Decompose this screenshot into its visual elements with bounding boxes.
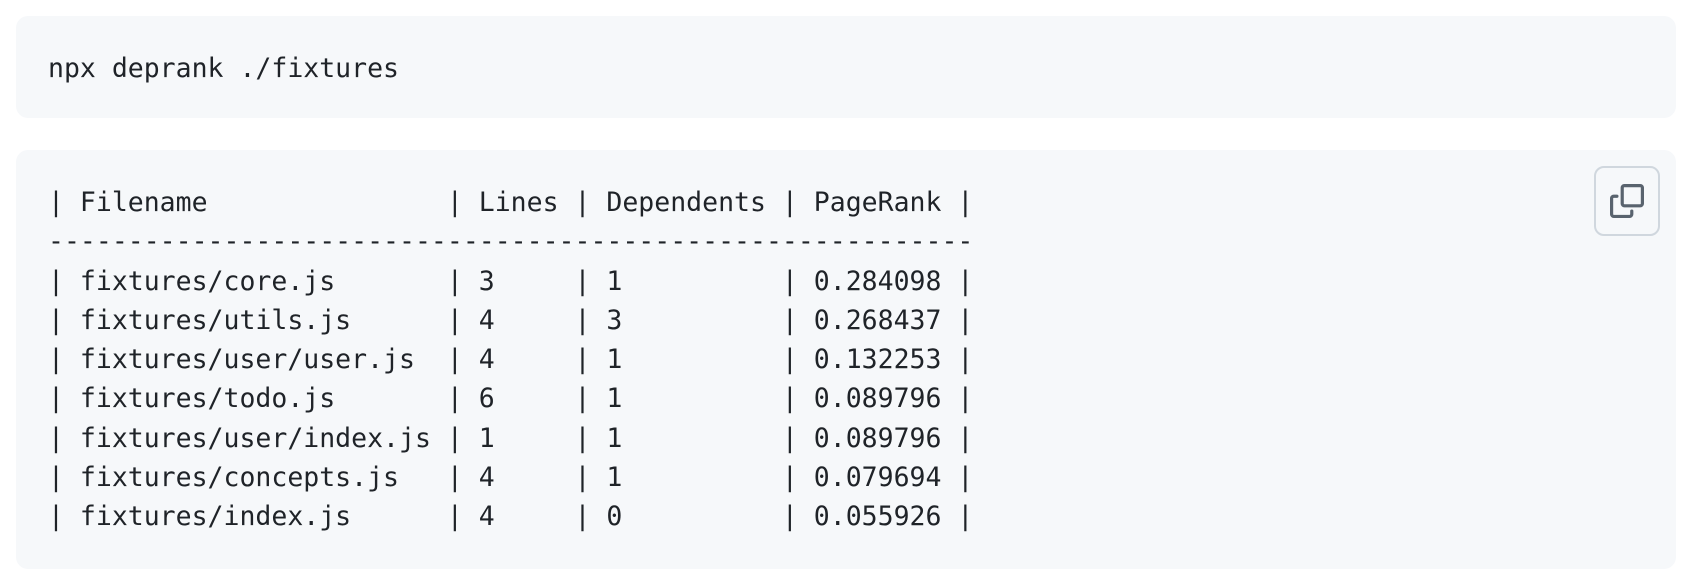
command-code-block: npx deprank ./fixtures xyxy=(16,16,1676,118)
table-row: | fixtures/user/index.js | 1 | 1 | 0.089… xyxy=(48,422,974,454)
table-separator: ----------------------------------------… xyxy=(48,226,974,258)
output-code-block: | Filename | Lines | Dependents | PageRa… xyxy=(16,150,1676,569)
table-row: | fixtures/utils.js | 4 | 3 | 0.268437 | xyxy=(48,304,974,336)
table-header-row: | Filename | Lines | Dependents | PageRa… xyxy=(48,187,974,218)
table-row: | fixtures/user/user.js | 4 | 1 | 0.1322… xyxy=(48,344,974,376)
output-table: | Filename | Lines | Dependents | PageRa… xyxy=(48,183,973,537)
table-row: | fixtures/index.js | 4 | 0 | 0.055926 | xyxy=(48,501,974,533)
table-row: | fixtures/core.js | 3 | 1 | 0.284098 | xyxy=(48,265,974,297)
table-row: | fixtures/todo.js | 6 | 1 | 0.089796 | xyxy=(48,383,974,415)
table-row: | fixtures/concepts.js | 4 | 1 | 0.07969… xyxy=(48,462,974,494)
copy-icon xyxy=(1610,184,1644,218)
copy-button[interactable] xyxy=(1594,166,1660,236)
command-text: npx deprank ./fixtures xyxy=(48,53,399,84)
